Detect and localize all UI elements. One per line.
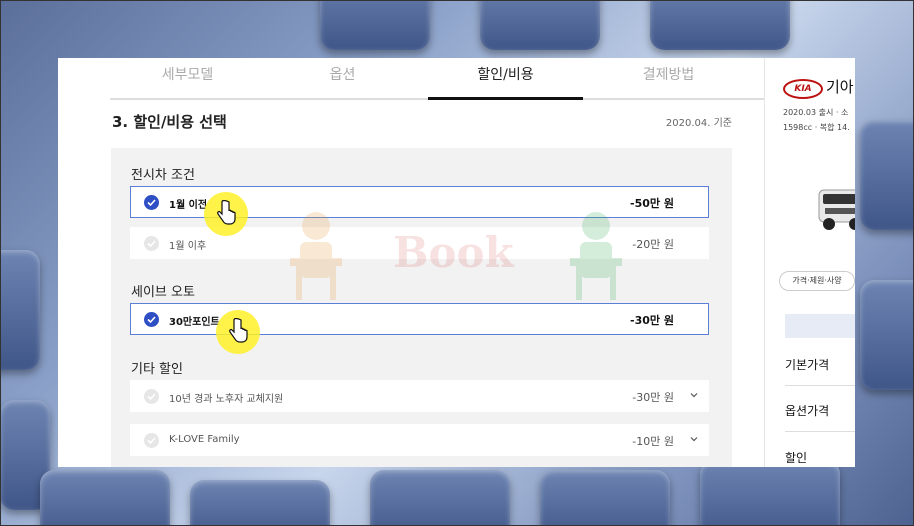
cursor-highlight-icon — [216, 310, 260, 354]
discount-card: 전시차 조건 1월 이전 -50만 원 1월 이후 -20만 원 세이브 오토 … — [111, 148, 732, 467]
chevron-down-icon[interactable] — [690, 391, 698, 399]
option-label: 10년 경과 노후자 교체지원 — [169, 394, 284, 405]
option-price: -10만 원 — [632, 435, 674, 448]
tab-discount-cost[interactable]: 할인/비용 — [428, 58, 583, 100]
summary-panel: KIA 기아 2020.03 출시 · 소 1598cc · 복합 14. 가격… — [764, 58, 855, 467]
option-price: -30만 원 — [630, 314, 674, 327]
kia-logo: KIA — [783, 79, 823, 99]
chevron-down-icon[interactable] — [690, 435, 698, 443]
option-old-car-replacement[interactable]: 10년 경과 노후자 교체지원 -30만 원 — [130, 380, 709, 412]
checkmark-icon — [144, 312, 159, 327]
summary-discount: 할인 — [785, 451, 808, 465]
base-date: 2020.04. 기준 — [665, 118, 732, 129]
checkmark-icon — [144, 236, 159, 251]
option-label: K-LOVE Family — [169, 434, 240, 445]
group-label-other: 기타 할인 — [131, 362, 183, 377]
watermark-text: Book — [393, 228, 514, 277]
option-price: -20만 원 — [632, 238, 674, 251]
option-price: -50만 원 — [630, 197, 674, 210]
step-tabs: 세부모델 옵션 할인/비용 결제방법 — [110, 58, 790, 100]
checkmark-icon — [144, 433, 159, 448]
summary-base-price: 기본가격 — [785, 356, 855, 386]
option-k-love-family[interactable]: K-LOVE Family -10만 원 — [130, 424, 709, 456]
checkmark-icon — [144, 389, 159, 404]
configurator-panel: 세부모델 옵션 할인/비용 결제방법 3. 할인/비용 선택 2020.04. … — [58, 58, 855, 467]
option-label: 1월 이후 — [169, 241, 207, 252]
spec-line: 2020.03 출시 · 소 — [783, 108, 849, 117]
summary-option-price: 옵션가격 — [785, 402, 855, 432]
spec-line: 1598cc · 복합 14. — [783, 123, 850, 132]
option-price: -30만 원 — [632, 391, 674, 404]
cursor-highlight-icon — [204, 192, 248, 236]
price-spec-button[interactable]: 가격·제원·사양 — [779, 271, 855, 291]
option-label: 1월 이전 — [169, 200, 208, 211]
car-image — [818, 189, 855, 230]
tab-detail-model[interactable]: 세부모델 — [110, 58, 265, 98]
watermark-figure-icon — [286, 208, 346, 304]
group-label-save-auto: 세이브 오토 — [131, 285, 195, 300]
watermark-figure-icon — [566, 208, 626, 304]
checkmark-icon — [144, 195, 159, 210]
summary-bar — [785, 314, 855, 338]
tab-options[interactable]: 옵션 — [265, 58, 420, 98]
brand-name: 기아 — [826, 78, 854, 96]
tab-payment-method[interactable]: 결제방법 — [591, 58, 746, 98]
group-label-showroom: 전시차 조건 — [131, 168, 195, 183]
section-title: 3. 할인/비용 선택 — [112, 113, 227, 131]
option-label: 30만포인트 — [169, 317, 220, 328]
